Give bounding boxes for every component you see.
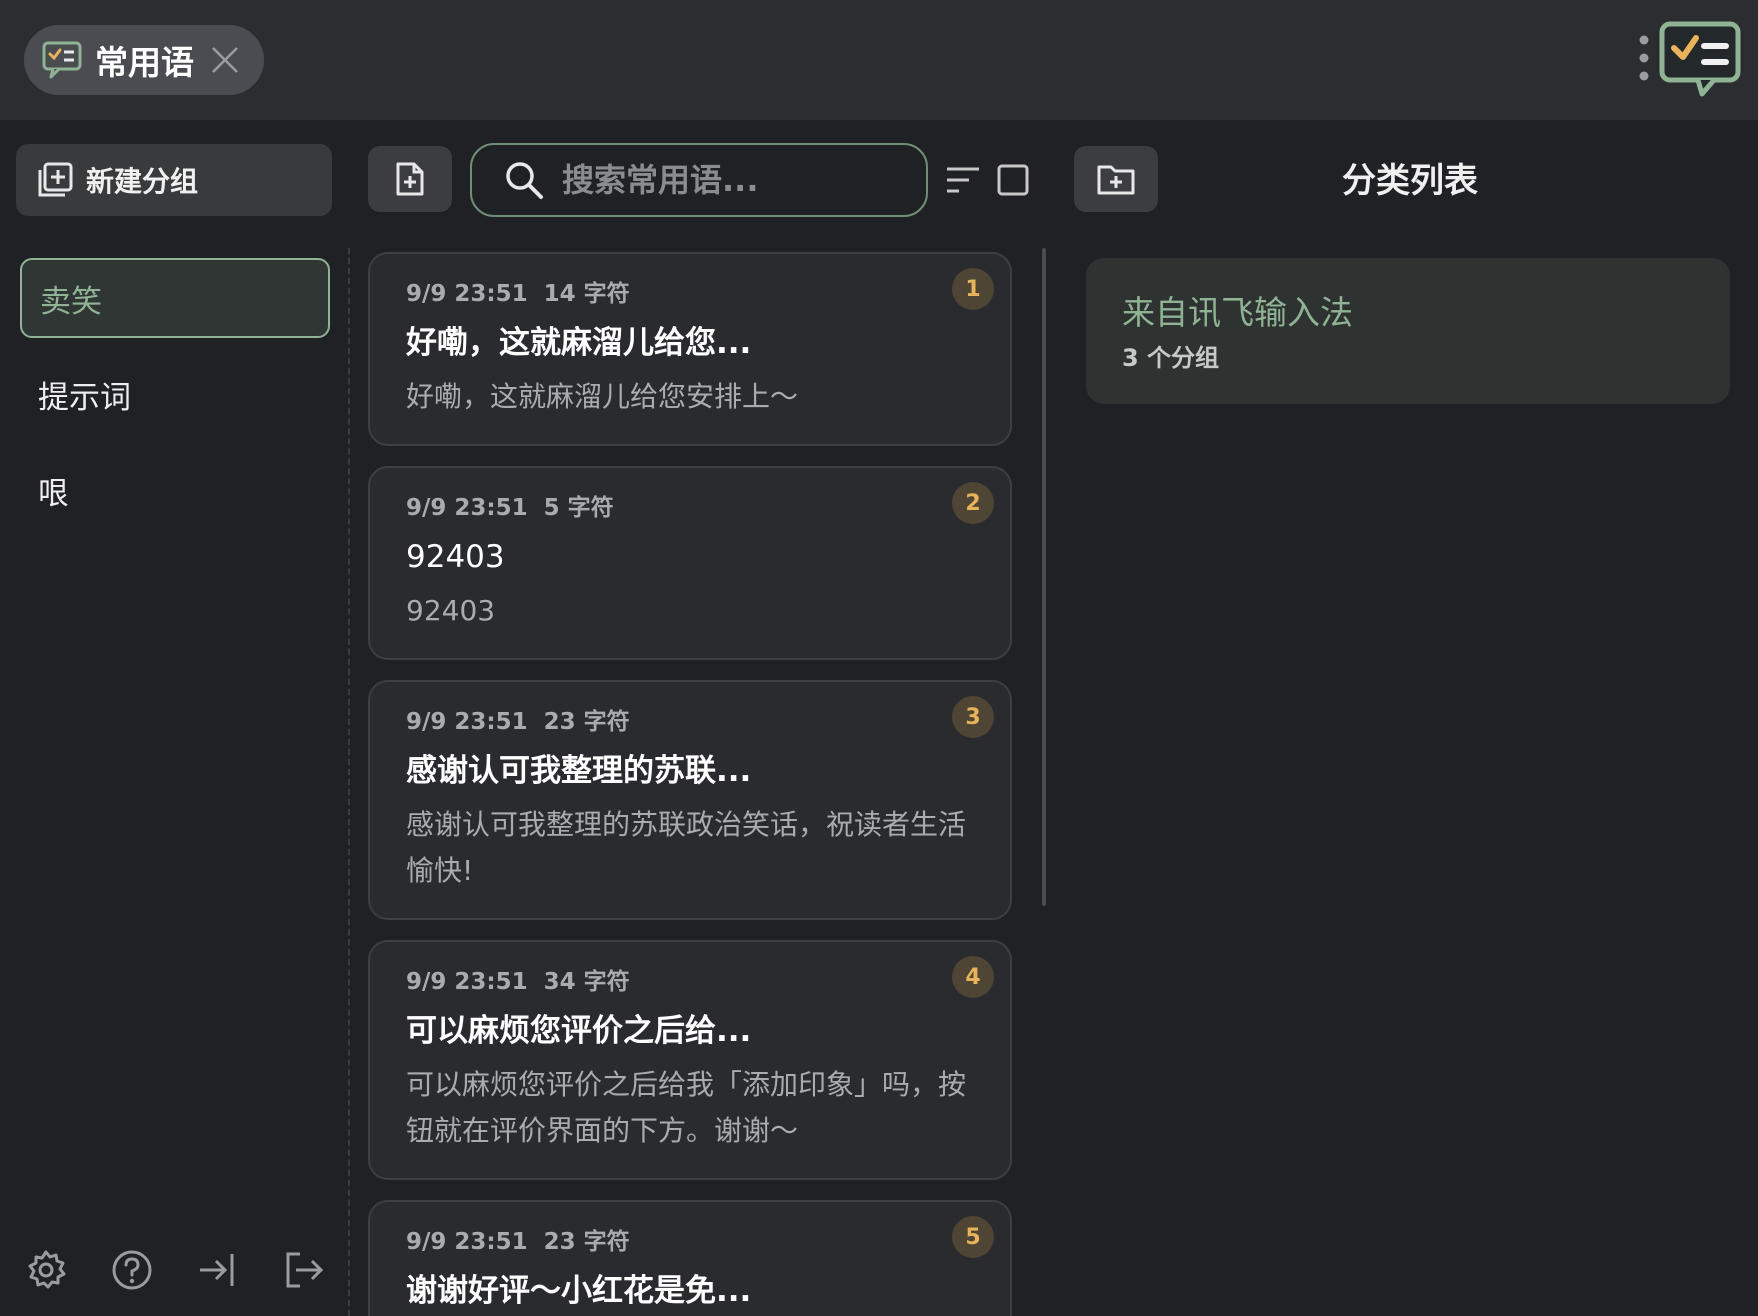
group-item-prompts[interactable]: 提示词: [20, 354, 330, 434]
add-phrase-button[interactable]: [368, 146, 452, 212]
phrase-title: 谢谢好评～小红花是免...: [406, 1273, 752, 1309]
category-group-count: 3 个分组: [1122, 344, 1220, 372]
phrase-time: 9/9 23:51: [406, 1229, 528, 1255]
phrase-meta: 9/9 23:51 23 字符: [406, 1226, 974, 1258]
kebab-menu-icon[interactable]: [1634, 32, 1654, 84]
select-all-icon[interactable]: [996, 163, 1030, 197]
group-item-maixiao[interactable]: 卖笑: [20, 258, 330, 338]
sidebar-divider: [348, 248, 350, 1316]
search-input[interactable]: [560, 160, 914, 200]
app-logo-icon: [1659, 21, 1741, 97]
category-item[interactable]: 来自讯飞输入法 3 个分组: [1086, 258, 1730, 404]
category-list-title: 分类列表: [1342, 161, 1478, 201]
phrase-time: 9/9 23:51: [406, 709, 528, 735]
phrase-time: 9/9 23:51: [406, 969, 528, 995]
phrase-body: 可以麻烦您评价之后给我「添加印象」吗，按钮就在评价界面的下方。谢谢～: [406, 1068, 967, 1147]
phrase-title: 感谢认可我整理的苏联...: [406, 753, 752, 789]
phrase-body: 感谢认可我整理的苏联政治笑话，祝读者生活愉快!: [406, 808, 967, 887]
group-item-gen[interactable]: 哏: [20, 450, 330, 530]
phrase-index-badge: 3: [952, 696, 994, 738]
phrase-card[interactable]: 9/9 23:51 23 字符 感谢认可我整理的苏联... 感谢认可我整理的苏联政…: [368, 680, 1012, 920]
phrase-time: 9/9 23:51: [406, 495, 528, 521]
group-list: 卖笑 提示词 哏: [20, 258, 330, 546]
phrase-index-badge: 2: [952, 482, 994, 524]
phrase-meta: 9/9 23:51 34 字符: [406, 966, 974, 998]
phrase-body: 好嘞，这就麻溜儿给您安排上～: [406, 380, 799, 413]
phrase-char-count: 23 字符: [543, 1229, 630, 1255]
gear-icon[interactable]: [24, 1248, 68, 1292]
logout-icon[interactable]: [282, 1248, 326, 1292]
phrase-index-badge: 5: [952, 1216, 994, 1258]
new-group-button[interactable]: 新建分组: [16, 144, 332, 216]
phrase-title: 92403: [406, 539, 505, 575]
phrase-body: 92403: [406, 594, 496, 627]
phrase-meta: 9/9 23:51 14 字符: [406, 278, 974, 310]
phrase-title: 好嘞，这就麻溜儿给您...: [406, 325, 752, 361]
phrase-card[interactable]: 9/9 23:51 14 字符 好嘞，这就麻溜儿给您... 好嘞，这就麻溜儿给您安…: [368, 252, 1012, 446]
add-group-icon: [38, 162, 73, 197]
phrase-card[interactable]: 9/9 23:51 5 字符 92403 92403 2: [368, 466, 1012, 660]
phrase-char-count: 23 字符: [543, 709, 630, 735]
add-folder-icon: [1097, 165, 1135, 195]
chat-checklist-icon: [42, 41, 82, 79]
sidebar-footer: [24, 1248, 324, 1296]
phrase-index-badge: 4: [952, 956, 994, 998]
tab-label: 常用语: [95, 43, 194, 82]
add-category-button[interactable]: [1074, 146, 1158, 212]
add-file-icon: [396, 162, 424, 196]
phrase-card[interactable]: 9/9 23:51 34 字符 可以麻烦您评价之后给... 可以麻烦您评价之后给我…: [368, 940, 1012, 1180]
search-icon: [506, 162, 543, 199]
phrase-meta: 9/9 23:51 23 字符: [406, 706, 974, 738]
phrase-title: 可以麻烦您评价之后给...: [406, 1013, 752, 1049]
phrase-char-count: 34 字符: [543, 969, 630, 995]
help-icon[interactable]: [110, 1248, 154, 1292]
sort-icon[interactable]: [945, 163, 981, 197]
phrase-char-count: 5 字符: [543, 495, 614, 521]
title-bar: 常用语: [0, 0, 1758, 120]
tab-phrases[interactable]: 常用语: [24, 25, 264, 95]
phrase-char-count: 14 字符: [543, 281, 630, 307]
login-icon[interactable]: [196, 1248, 240, 1292]
close-icon[interactable]: [210, 45, 240, 75]
category-name: 来自讯飞输入法: [1122, 293, 1353, 332]
new-group-label: 新建分组: [86, 165, 199, 198]
scrollbar[interactable]: [1042, 248, 1046, 906]
phrase-index-badge: 1: [952, 268, 994, 310]
search-box: [470, 143, 928, 217]
phrase-list: 9/9 23:51 14 字符 好嘞，这就麻溜儿给您... 好嘞，这就麻溜儿给您安…: [368, 252, 1012, 1316]
phrase-time: 9/9 23:51: [406, 281, 528, 307]
phrase-card[interactable]: 9/9 23:51 23 字符 谢谢好评～小红花是免... 5: [368, 1200, 1012, 1316]
phrase-meta: 9/9 23:51 5 字符: [406, 492, 974, 524]
